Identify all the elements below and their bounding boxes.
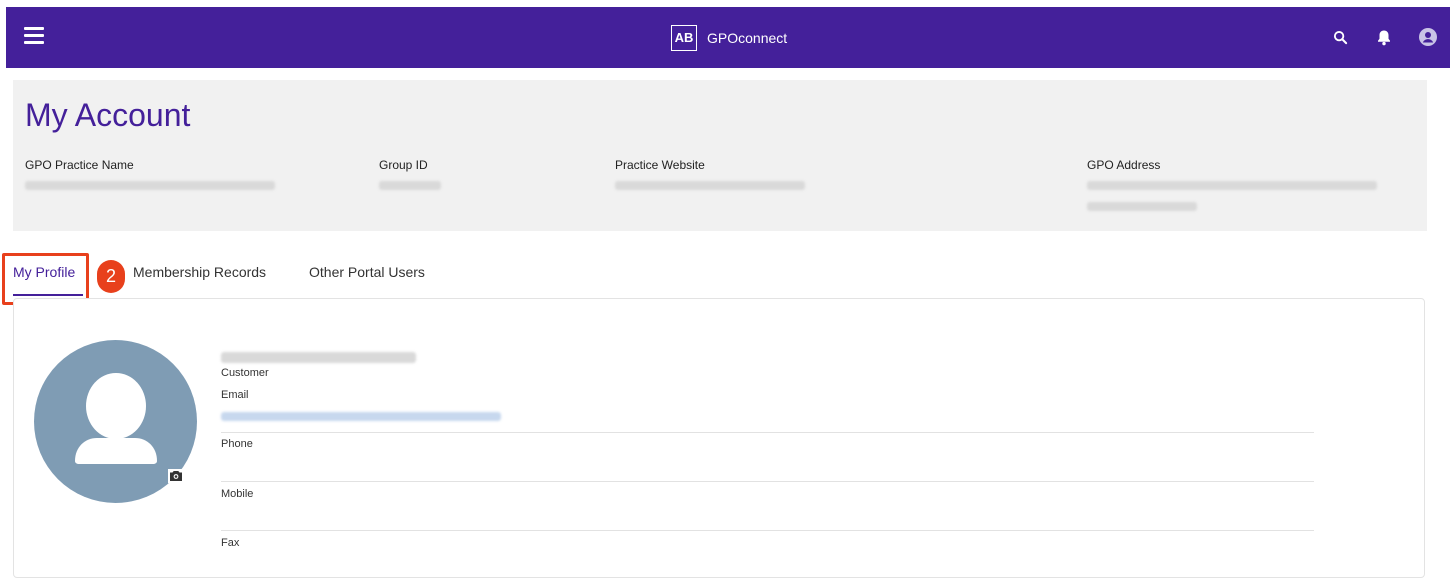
mobile-field: Mobile bbox=[221, 488, 1314, 500]
step-badge: 2 bbox=[97, 260, 125, 293]
tab-membership-records[interactable]: Membership Records bbox=[133, 264, 266, 280]
tab-membership-records-label: Membership Records bbox=[133, 264, 267, 280]
user-avatar-icon[interactable] bbox=[1416, 25, 1440, 49]
practice-website-value[interactable] bbox=[615, 181, 805, 190]
tab-other-portal-users[interactable]: Other Portal Users bbox=[309, 264, 425, 280]
profile-card: Customer Email Phone Mobile Fax bbox=[13, 298, 1425, 578]
tab-my-profile-label: My Profile bbox=[13, 264, 76, 280]
mobile-divider bbox=[221, 530, 1314, 531]
email-value[interactable] bbox=[221, 412, 501, 421]
email-label: Email bbox=[221, 389, 249, 401]
practice-website-label: Practice Website bbox=[615, 158, 705, 172]
phone-field: Phone bbox=[221, 438, 1314, 450]
gpo-address-field: GPO Address bbox=[1087, 158, 1377, 211]
hamburger-menu-icon[interactable] bbox=[24, 27, 44, 45]
tab-other-portal-users-label: Other Portal Users bbox=[309, 264, 425, 280]
top-icons bbox=[1308, 25, 1440, 49]
account-header: My Account GPO Practice Name Group ID Pr… bbox=[13, 80, 1427, 231]
gpo-address-label: GPO Address bbox=[1087, 158, 1161, 172]
practice-name-label: GPO Practice Name bbox=[25, 158, 134, 172]
email-field: Email bbox=[221, 389, 1314, 421]
group-id-field: Group ID bbox=[379, 158, 441, 190]
search-icon[interactable] bbox=[1328, 25, 1352, 49]
group-id-label: Group ID bbox=[379, 158, 428, 172]
brand-logo: AB bbox=[671, 24, 697, 51]
active-tab-underline bbox=[13, 294, 83, 296]
practice-name-field: GPO Practice Name bbox=[25, 158, 275, 190]
email-divider bbox=[221, 432, 1314, 433]
gpo-address-line1 bbox=[1087, 181, 1377, 190]
top-navigation-bar: AB GPOconnect bbox=[6, 7, 1450, 68]
group-id-value bbox=[379, 181, 441, 190]
mobile-label: Mobile bbox=[221, 488, 254, 500]
camera-icon[interactable] bbox=[168, 469, 184, 483]
phone-label: Phone bbox=[221, 438, 253, 450]
brand[interactable]: AB GPOconnect bbox=[671, 24, 787, 51]
profile-name-field bbox=[221, 352, 1314, 363]
bell-icon[interactable] bbox=[1372, 25, 1396, 49]
profile-role-field: Customer bbox=[221, 367, 1314, 379]
fax-field: Fax bbox=[221, 537, 1314, 549]
profile-name-value bbox=[221, 352, 416, 363]
practice-website-field: Practice Website bbox=[615, 158, 805, 190]
page-title: My Account bbox=[25, 97, 191, 133]
gpo-address-line2 bbox=[1087, 202, 1197, 211]
tab-my-profile[interactable]: My Profile bbox=[13, 264, 83, 296]
phone-divider bbox=[221, 481, 1314, 482]
app-name: GPOconnect bbox=[707, 29, 788, 46]
fax-label: Fax bbox=[221, 537, 240, 549]
practice-name-value bbox=[25, 181, 275, 190]
profile-role: Customer bbox=[221, 367, 269, 379]
